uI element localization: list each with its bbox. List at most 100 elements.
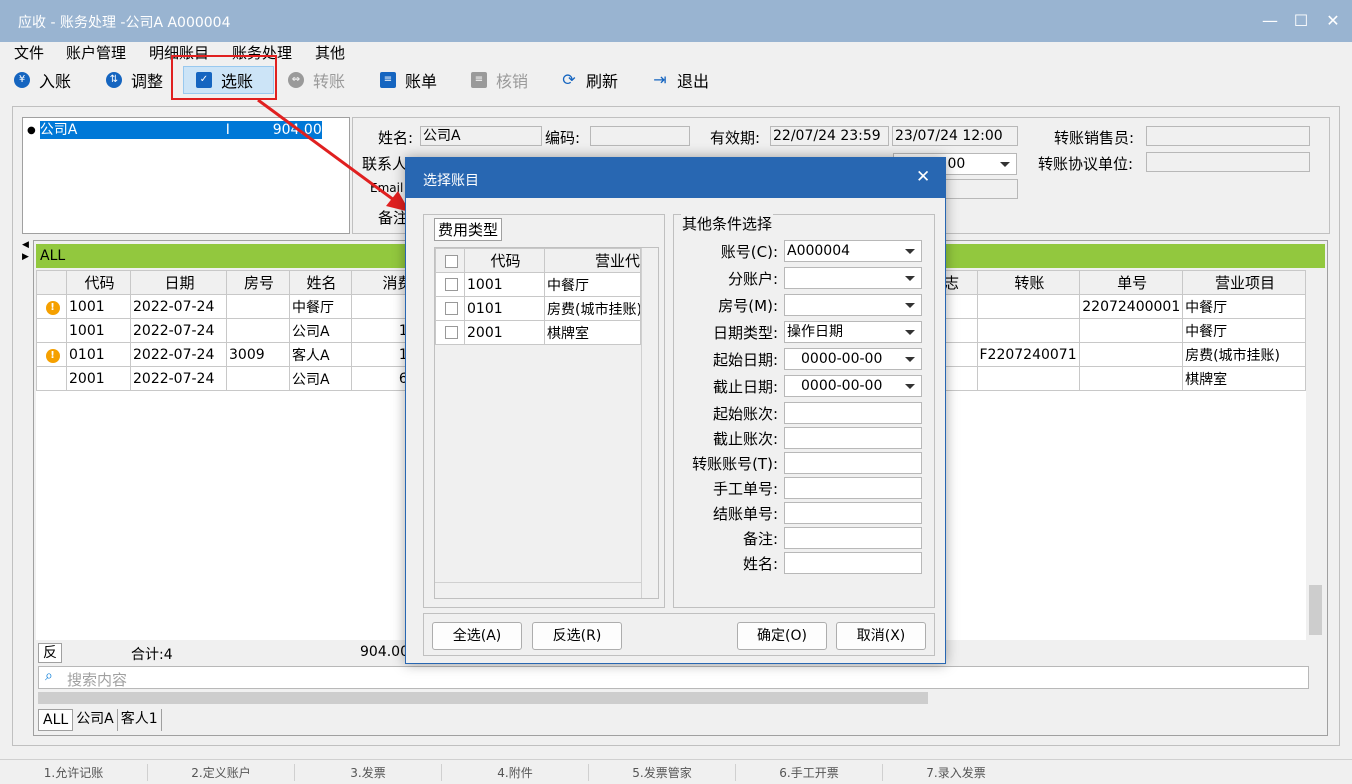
row-checkbox[interactable] [444,326,458,339]
menu-file[interactable]: 文件 [14,42,44,63]
header-name[interactable]: 姓名 [289,270,352,295]
adjust-label: 调整 [131,72,164,91]
post-button[interactable]: ¥ 入账 [14,66,71,94]
cell-transfer [976,294,1081,319]
table-row[interactable]: ! 0101 2022-07-24 3009 客人A 111.0 [36,342,442,367]
cell-room: 3009 [226,342,290,367]
window-title: 应收 - 账务处理 -公司A A000004 [18,15,231,31]
table-row[interactable]: 1001 2022-07-24 公司A 100.0 [36,318,442,343]
fee-type-tab[interactable]: 费用类型 [434,218,503,241]
adjust-button[interactable]: ⇅ 调整 [106,66,163,94]
condition-combo[interactable] [784,267,922,289]
maximize-button[interactable]: ☐ [1288,8,1314,34]
status-invoice-manager[interactable]: 5.发票管家 [588,764,735,781]
menu-other[interactable]: 其他 [315,42,345,63]
condition-combo[interactable]: A000004 [784,240,922,262]
condition-input[interactable] [784,552,922,574]
fee-name: 中餐厅 [544,272,641,297]
account-name: 公司A [39,122,78,138]
status-enter-invoice[interactable]: 7.录入发票 [882,764,1029,781]
condition-input[interactable] [784,427,922,449]
row-checkbox[interactable] [444,278,458,291]
adjust-icon: ⇅ [106,72,122,88]
table-row[interactable]: 中餐厅 [941,318,1306,343]
ok-button[interactable]: 确定(O) [737,622,827,650]
table-row[interactable]: 22072400001 中餐厅 [941,294,1306,319]
name-field[interactable]: 公司A [420,126,542,146]
cancel-button[interactable]: 取消(X) [836,622,926,650]
condition-input[interactable] [784,477,922,499]
condition-combo[interactable]: 操作日期 [784,321,922,343]
chevron-down-icon [905,357,915,362]
header-flag[interactable]: 志 [941,270,978,295]
bill-button[interactable]: ≡ 账单 [380,66,437,94]
table-row[interactable]: 2001 2022-07-24 公司A 666.0 [36,366,442,391]
valid-from-field[interactable]: 22/07/24 23:59 [770,126,889,146]
list-item[interactable]: 0101 房费(城市挂账) [435,296,641,321]
status-attachment[interactable]: 4.附件 [441,764,588,781]
close-button[interactable]: ✕ [1320,8,1346,34]
header-date[interactable]: 日期 [130,270,227,295]
condition-input[interactable] [784,402,922,424]
code-field[interactable] [590,126,690,146]
grid-table-left: 代码 日期 房号 姓名 消费 ! 1001 2022-07-24 中餐厅 27.… [36,270,442,391]
vertical-scrollbar[interactable] [1307,270,1324,640]
conditions-panel: 其他条件选择 账号(C): A000004 分账户: 房号(M): 日期类型: 操作日期起… [673,213,935,608]
dialog-close-button[interactable]: ✕ [916,167,930,187]
minimize-button[interactable]: — [1257,8,1283,34]
header-room[interactable]: 房号 [226,270,290,295]
valid-to-field[interactable]: 23/07/24 12:00 [892,126,1018,146]
header-code[interactable]: 代码 [66,270,131,295]
tab-guest-1[interactable]: 客人1 [118,709,162,731]
select-all-checkbox[interactable] [444,254,458,268]
sales-field[interactable] [1146,126,1310,146]
reverse-button[interactable]: 反 [38,643,62,663]
condition-combo[interactable] [784,294,922,316]
condition-value: A000004 [787,243,851,259]
search-icon: ⌕ [45,668,53,684]
status-invoice[interactable]: 3.发票 [294,764,441,781]
cell-name: 中餐厅 [289,294,352,319]
agreement-field[interactable] [1146,152,1310,172]
header-business-item[interactable]: 营业项目 [1182,270,1306,295]
fee-hscrollbar[interactable] [435,582,641,598]
status-manual-invoice[interactable]: 6.手工开票 [735,764,882,781]
menu-account-management[interactable]: 账户管理 [66,42,126,63]
horizontal-scrollbar[interactable] [38,690,1324,706]
list-item[interactable]: 2001 棋牌室 [435,320,641,345]
tab-company-a[interactable]: 公司A [73,709,118,731]
table-row[interactable]: ! 1001 2022-07-24 中餐厅 27.0 [36,294,442,319]
select-all-button[interactable]: 全选(A) [432,622,522,650]
transfer-button[interactable]: ⇔ 转账 [288,66,345,94]
collapse-arrows[interactable]: ◀ ▶ [22,240,30,270]
status-define-account[interactable]: 2.定义账户 [147,764,294,781]
status-allow-posting[interactable]: 1.允许记账 [0,764,147,781]
condition-combo[interactable]: 0000-00-00 [784,375,922,397]
condition-input[interactable] [784,502,922,524]
header-transfer[interactable]: 转账 [976,270,1081,295]
table-row[interactable]: 棋牌室 [941,366,1306,391]
search-input[interactable]: 搜索内容 [67,669,127,690]
exit-button[interactable]: ⇥ 退出 [652,66,709,94]
condition-label: 备注: [742,530,778,548]
condition-combo[interactable]: 0000-00-00 [784,348,922,370]
writeoff-button[interactable]: ≡ 核销 [471,66,528,94]
refresh-icon: ⟳ [562,70,576,89]
list-item[interactable]: 1001 中餐厅 [435,272,641,297]
fee-header-code[interactable]: 代码 [464,248,545,273]
condition-input[interactable] [784,527,922,549]
condition-input[interactable] [784,452,922,474]
tab-all[interactable]: ALL [38,709,74,731]
scrollbar-thumb[interactable] [1309,585,1322,635]
hscroll-thumb[interactable] [38,692,928,704]
refresh-button[interactable]: ⟳ 刷新 [561,66,618,94]
fee-header-business[interactable]: 营业代 [544,248,641,273]
extra-field[interactable] [945,179,1018,199]
fee-vscrollbar[interactable] [641,248,658,598]
table-row[interactable]: F2207240071 房费(城市挂账) [941,342,1306,367]
chevron-down-icon [905,303,915,308]
search-box[interactable]: ⌕ 搜索内容 [38,666,1309,689]
row-checkbox[interactable] [444,302,458,315]
header-bill-no[interactable]: 单号 [1079,270,1184,295]
invert-selection-button[interactable]: 反选(R) [532,622,622,650]
